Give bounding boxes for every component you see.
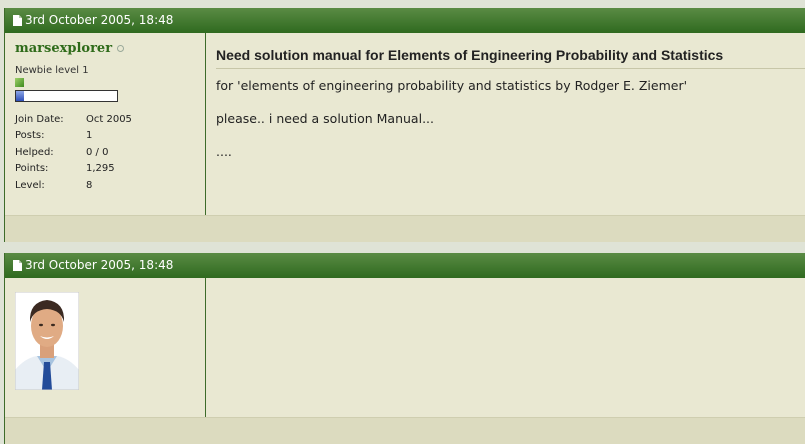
post-text-line: .... [216,144,232,159]
post-date: 3rd October 2005, 18:48 [25,13,174,27]
stat-join-date: Join Date: Oct 2005 [15,113,132,125]
post-content [206,278,805,417]
user-info-panel [5,278,206,417]
user-stats: Join Date: Oct 2005 Posts: 1 Helped: 0 /… [15,111,205,194]
document-icon [13,15,22,26]
level-progress-bar [15,90,118,102]
stat-helped: Helped: 0 / 0 [15,146,109,158]
stat-posts: Posts: 1 [15,130,93,142]
post-body [5,278,805,417]
stat-level: Level: 8 [15,179,93,191]
user-title: Newbie level 1 [15,65,89,76]
post-header: 3rd October 2005, 18:48 [5,253,805,278]
post-footer [5,417,805,444]
post-date: 3rd October 2005, 18:48 [25,258,174,272]
post-header: 3rd October 2005, 18:48 [5,8,805,33]
stat-points: Points: 1,295 [15,163,115,175]
post-text-line: for 'elements of engineering probability… [216,78,688,93]
post-2: 3rd October 2005, 18:48 [4,253,805,444]
user-info-panel: marsexplorer Newbie level 1 Join Date: O… [5,33,206,215]
level-progress-fill [16,91,25,101]
post-body: marsexplorer Newbie level 1 Join Date: O… [5,33,805,215]
reputation-icon [15,78,24,87]
post-1: 3rd October 2005, 18:48 marsexplorer New… [4,8,805,242]
post-text-line: please.. i need a solution Manual... [216,111,434,126]
document-icon [13,260,22,271]
post-title: Need solution manual for Elements of Eng… [216,47,805,69]
post-content: Need solution manual for Elements of Eng… [206,33,805,215]
post-footer [5,215,805,242]
avatar[interactable] [15,292,79,390]
username-link[interactable]: marsexplorer [15,41,112,56]
offline-status-icon [117,45,125,52]
